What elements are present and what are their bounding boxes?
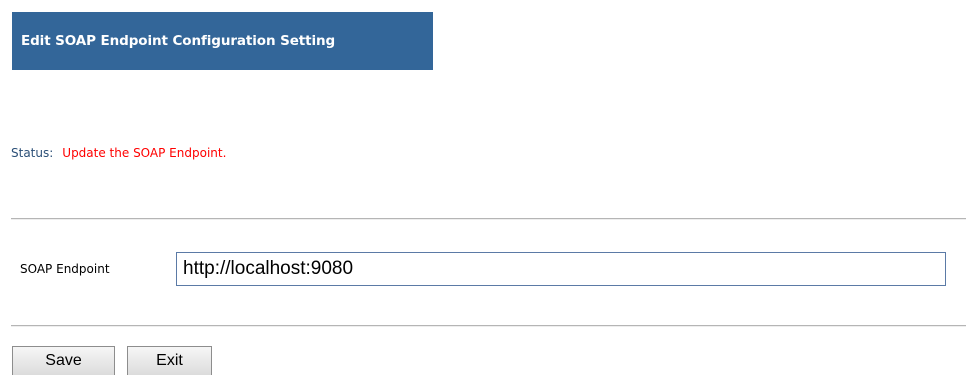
divider-top <box>11 218 966 220</box>
exit-button[interactable]: Exit <box>127 346 212 375</box>
status-message: Update the SOAP Endpoint. <box>62 146 227 160</box>
soap-endpoint-input[interactable] <box>176 252 946 286</box>
save-button[interactable]: Save <box>12 346 115 375</box>
status-row: Status: Update the SOAP Endpoint. <box>11 146 226 160</box>
page: Edit SOAP Endpoint Configuration Setting… <box>0 0 966 375</box>
header-banner: Edit SOAP Endpoint Configuration Setting <box>12 12 433 70</box>
status-label: Status: <box>11 146 54 160</box>
divider-bottom <box>11 325 966 327</box>
page-title: Edit SOAP Endpoint Configuration Setting <box>21 33 336 49</box>
soap-endpoint-label: SOAP Endpoint <box>20 262 110 276</box>
